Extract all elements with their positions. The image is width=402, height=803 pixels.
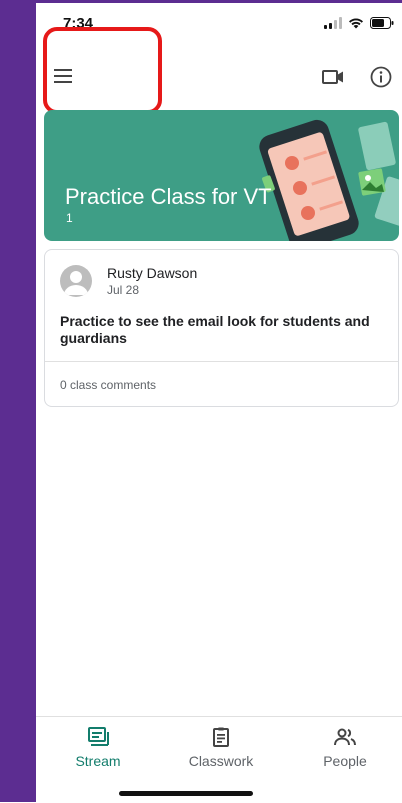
stream-icon (88, 727, 109, 746)
tab-people[interactable]: People (295, 725, 395, 769)
video-camera-icon[interactable] (321, 65, 345, 89)
tab-people-label: People (323, 753, 367, 769)
wifi-icon (349, 18, 363, 29)
announcement-card[interactable]: Rusty Dawson Jul 28 Practice to see the … (44, 249, 399, 407)
class-banner[interactable]: Practice Class for VT 1 (44, 110, 399, 241)
class-comments-link[interactable]: 0 class comments (60, 378, 156, 392)
post-text: Practice to see the email look for stude… (60, 313, 370, 346)
signal-icon (324, 17, 342, 29)
avatar[interactable] (60, 265, 92, 297)
home-indicator (119, 791, 253, 796)
battery-icon (370, 17, 394, 29)
bottom-navigation: Stream Classwork People (36, 716, 402, 803)
person-avatar-icon (64, 271, 88, 295)
highlight-annotation-box (43, 27, 162, 114)
classroom-app: 7:34 Practice Class for VT 1 Rusty Dawso… (36, 3, 402, 803)
tab-stream-label: Stream (75, 753, 121, 769)
banner-illustration (259, 119, 399, 241)
post-date: Jul 28 (107, 283, 140, 297)
info-icon[interactable] (370, 66, 392, 88)
tab-stream[interactable]: Stream (48, 725, 148, 769)
class-section: 1 (66, 211, 73, 225)
people-icon (334, 728, 356, 746)
status-icons (324, 17, 394, 29)
classwork-icon (213, 727, 229, 747)
tab-classwork[interactable]: Classwork (171, 725, 271, 769)
class-title: Practice Class for VT (65, 184, 272, 209)
tab-classwork-label: Classwork (188, 753, 254, 769)
left-side-strip (0, 0, 36, 802)
post-author: Rusty Dawson (107, 265, 198, 281)
card-divider (45, 361, 398, 362)
